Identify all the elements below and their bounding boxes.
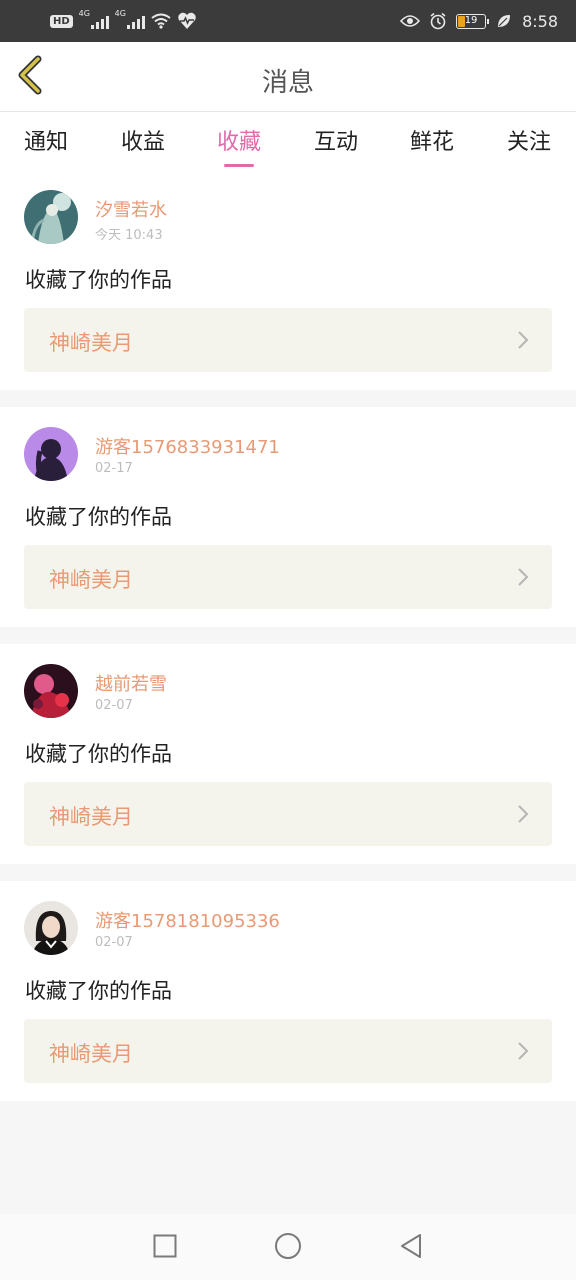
tab-label: 收藏 <box>216 130 261 155</box>
signal-label: 4G <box>78 9 90 18</box>
action-text: 收藏了你的作品 <box>25 268 172 292</box>
tab-notifications[interactable]: 通知 <box>6 124 86 156</box>
work-title: 神崎美月 <box>49 331 133 355</box>
home-circle-icon[interactable] <box>273 1231 303 1261</box>
chevron-right-icon <box>516 567 530 587</box>
tab-earnings[interactable]: 收益 <box>103 124 183 156</box>
tab-label: 关注 <box>506 130 551 155</box>
page-title: 消息 <box>261 68 314 98</box>
work-link[interactable]: 神崎美月 <box>24 1019 552 1083</box>
system-nav-bar <box>0 1214 576 1280</box>
timestamp: 02-07 <box>95 935 133 950</box>
header: 消息 <box>0 42 576 112</box>
avatar[interactable] <box>24 664 78 718</box>
hd-icon: HD <box>50 14 73 28</box>
work-link[interactable]: 神崎美月 <box>24 308 552 372</box>
alarm-icon <box>428 11 448 31</box>
work-title: 神崎美月 <box>49 805 133 829</box>
chevron-right-icon <box>516 330 530 350</box>
eye-icon <box>400 11 421 31</box>
status-left: HD 4G 4G <box>50 9 197 32</box>
action-text: 收藏了你的作品 <box>25 742 172 766</box>
heart-pulse-icon <box>177 11 197 31</box>
wifi-icon <box>151 11 171 31</box>
list-item: 游客1578181095336 02-07 收藏了你的作品 神崎美月 <box>0 881 576 1101</box>
status-right: 19 8:58 <box>400 10 558 32</box>
status-time: 8:58 <box>522 11 558 31</box>
chevron-right-icon <box>516 1041 530 1061</box>
signal-icon: 4G <box>79 9 109 29</box>
chevron-right-icon <box>516 804 530 824</box>
tab-favorites[interactable]: 收藏 <box>199 124 279 167</box>
battery-level: 19 <box>464 14 478 26</box>
tab-label: 收益 <box>120 130 165 155</box>
tab-label: 互动 <box>313 130 358 155</box>
leaf-icon <box>494 11 514 31</box>
list-item: 汐雪若水 今天 10:43 收藏了你的作品 神崎美月 <box>0 170 576 390</box>
action-text: 收藏了你的作品 <box>25 505 172 529</box>
avatar[interactable] <box>24 190 78 244</box>
recents-square-icon[interactable] <box>150 1231 180 1261</box>
signal-icon: 4G <box>115 9 145 29</box>
status-bar: HD 4G 4G 19 8:58 <box>0 0 576 42</box>
work-title: 神崎美月 <box>49 568 133 592</box>
avatar[interactable] <box>24 901 78 955</box>
list-item: 游客1576833931471 02-17 收藏了你的作品 神崎美月 <box>0 407 576 627</box>
tab-active-indicator <box>224 164 254 167</box>
tab-following[interactable]: 关注 <box>489 124 569 156</box>
timestamp: 02-17 <box>95 461 133 476</box>
tab-flowers[interactable]: 鲜花 <box>392 124 472 156</box>
avatar[interactable] <box>24 427 78 481</box>
work-title: 神崎美月 <box>49 1042 133 1066</box>
work-link[interactable]: 神崎美月 <box>24 782 552 846</box>
username[interactable]: 越前若雪 <box>95 670 167 696</box>
action-text: 收藏了你的作品 <box>25 979 172 1003</box>
work-link[interactable]: 神崎美月 <box>24 545 552 609</box>
timestamp: 02-07 <box>95 698 133 713</box>
username[interactable]: 游客1578181095336 <box>95 907 280 933</box>
username[interactable]: 游客1576833931471 <box>95 433 280 459</box>
battery-icon: 19 <box>456 13 490 29</box>
tab-bar: 通知 收益 收藏 互动 鲜花 关注 <box>0 112 576 170</box>
back-triangle-icon[interactable] <box>396 1231 426 1261</box>
list-item: 越前若雪 02-07 收藏了你的作品 神崎美月 <box>0 644 576 864</box>
signal-label: 4G <box>114 9 126 18</box>
username[interactable]: 汐雪若水 <box>95 196 167 222</box>
tab-label: 通知 <box>23 130 68 155</box>
tab-label: 鲜花 <box>409 130 454 155</box>
timestamp: 今天 10:43 <box>95 228 163 243</box>
tab-interactions[interactable]: 互动 <box>296 124 376 156</box>
